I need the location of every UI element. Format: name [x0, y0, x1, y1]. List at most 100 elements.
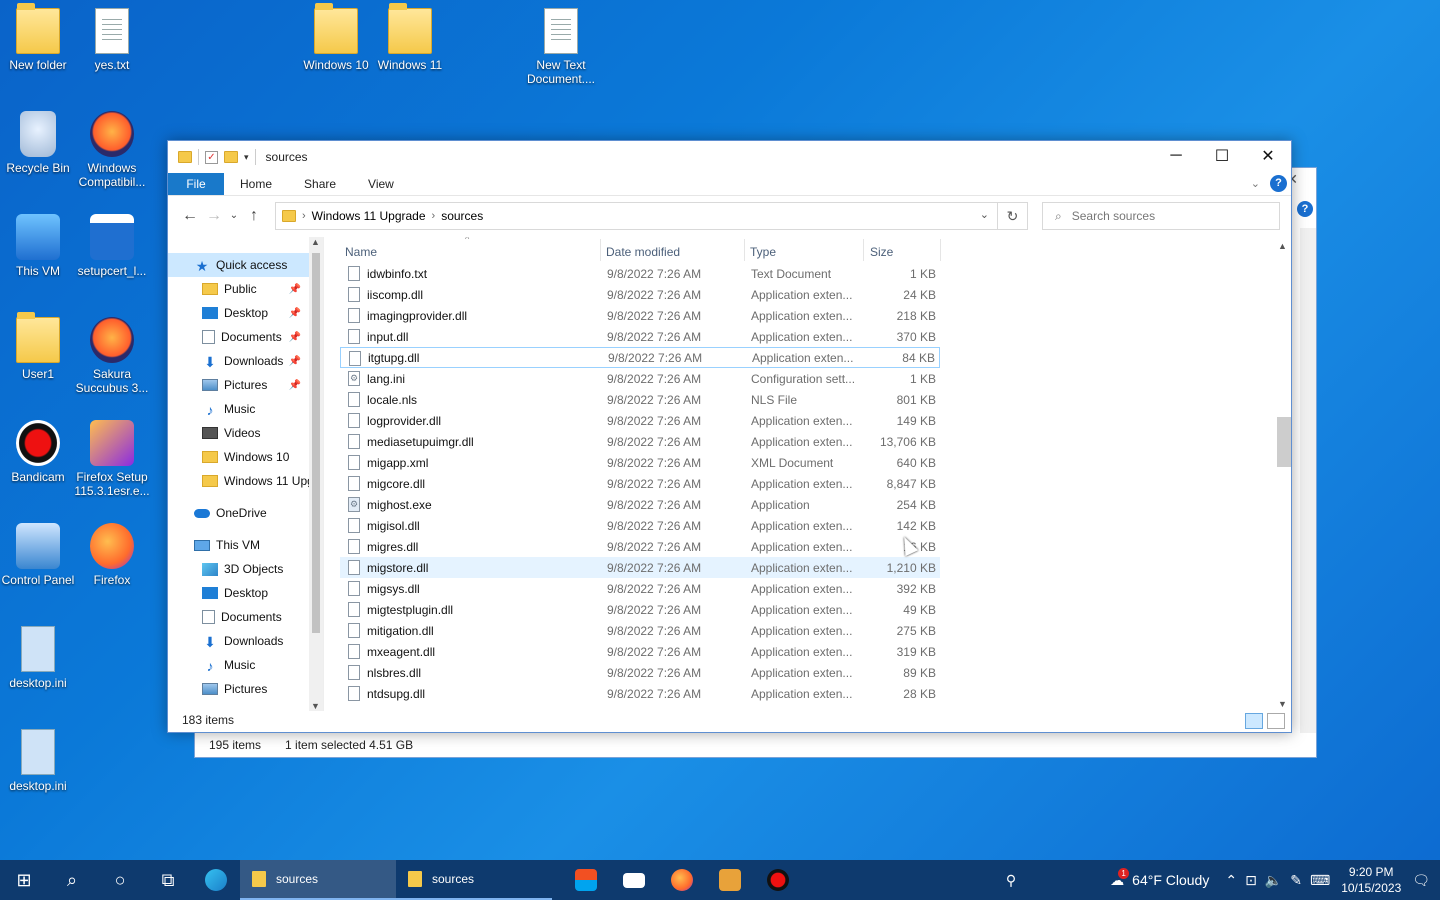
file-row[interactable]: migtestplugin.dll 9/8/2022 7:26 AM Applica… — [340, 599, 940, 620]
scrollbar[interactable] — [1300, 228, 1316, 733]
address-bar[interactable]: › Windows 11 Upgrade › sources ⌄ — [275, 202, 998, 230]
chevron-down-icon[interactable]: ▾ — [244, 152, 249, 163]
nav-item[interactable]: Windows 11 Upg — [168, 469, 314, 493]
file-row[interactable]: idwbinfo.txt 9/8/2022 7:26 AM Text Documen… — [340, 263, 940, 284]
keyboard-icon[interactable]: ⌨ — [1310, 872, 1330, 889]
back-button[interactable]: ← — [178, 207, 202, 225]
search-input[interactable]: Search sources — [1072, 209, 1155, 223]
nav-item[interactable]: Pictures — [168, 677, 309, 701]
notifications-icon[interactable]: 🗨 — [1412, 872, 1430, 889]
properties-icon[interactable]: ✓ — [205, 150, 218, 164]
desktop-icon[interactable]: Control Panel — [0, 523, 76, 587]
scroll-down-arrow[interactable]: ▼ — [1278, 699, 1287, 709]
column-size[interactable]: Size — [870, 245, 893, 259]
task-view-icon[interactable]: ⧉ — [144, 860, 192, 900]
new-folder-icon[interactable] — [224, 151, 238, 163]
nav-item[interactable]: ⬇ Downloads — [168, 629, 309, 653]
maximize-button[interactable]: ☐ — [1199, 141, 1245, 171]
desktop-icon[interactable]: Firefox Setup 115.3.1esr.e... — [74, 420, 150, 498]
tab-file[interactable]: File — [168, 173, 224, 195]
pen-icon[interactable]: ✎ — [1290, 872, 1302, 889]
media-player-icon[interactable] — [706, 860, 754, 900]
nav-item[interactable]: This VM — [168, 533, 309, 557]
minimize-button[interactable]: ─ — [1153, 141, 1199, 171]
people-icon[interactable]: ⚲ — [1006, 872, 1016, 889]
mail-icon[interactable] — [610, 860, 658, 900]
nav-item[interactable]: ♪ Music — [168, 397, 309, 421]
nav-item[interactable]: ★ Quick access — [168, 253, 309, 277]
nav-pane-scrollbar[interactable]: ▲ ▼ — [309, 237, 323, 711]
title-bar[interactable]: ✓ ▾ sources ─ ☐ ✕ — [168, 141, 1291, 173]
nav-item[interactable]: Documents — [168, 605, 309, 629]
help-icon[interactable]: ? — [1297, 201, 1313, 217]
desktop-icon[interactable]: New Text Document.... — [523, 8, 599, 86]
edge-icon[interactable] — [192, 860, 240, 900]
nav-item[interactable]: Documents 📌 — [168, 325, 309, 349]
file-row[interactable]: itgtupg.dll 9/8/2022 7:26 AM Application e… — [340, 347, 940, 368]
column-divider[interactable] — [863, 239, 864, 261]
column-divider[interactable] — [744, 239, 745, 261]
search-box[interactable]: ⌕ Search sources — [1042, 202, 1280, 230]
column-divider[interactable] — [940, 239, 941, 261]
breadcrumb-chevron-icon[interactable]: › — [302, 210, 306, 222]
nav-item[interactable]: Pictures 📌 — [168, 373, 309, 397]
desktop-icon[interactable]: Windows Compatibil... — [74, 111, 150, 189]
expand-ribbon-icon[interactable]: ⌄ — [1251, 177, 1260, 190]
firefox-icon[interactable] — [658, 860, 706, 900]
breadcrumb-chevron-icon[interactable]: › — [432, 210, 436, 222]
file-row[interactable]: mxeagent.dll 9/8/2022 7:26 AM Application … — [340, 641, 940, 662]
nav-item[interactable]: Windows 10 — [168, 445, 309, 469]
breadcrumb-item[interactable]: sources — [441, 209, 483, 223]
scroll-thumb[interactable] — [312, 253, 320, 633]
volume-icon[interactable]: 🔈 — [1265, 872, 1282, 889]
column-name[interactable]: Name — [345, 245, 377, 259]
taskbar-item-explorer[interactable]: sources — [240, 860, 396, 900]
scroll-down-arrow[interactable]: ▼ — [311, 701, 320, 711]
cortana-icon[interactable]: ○ — [96, 860, 144, 900]
file-row[interactable]: migstore.dll 9/8/2022 7:26 AM Application … — [340, 557, 940, 578]
tab-share[interactable]: Share — [288, 173, 352, 195]
tab-view[interactable]: View — [352, 173, 410, 195]
file-list-scrollbar[interactable]: ▲ ▼ — [1275, 237, 1291, 711]
file-row[interactable]: logprovider.dll 9/8/2022 7:26 AM Applicati… — [340, 410, 940, 431]
file-row[interactable]: nlsbres.dll 9/8/2022 7:26 AM Application e… — [340, 662, 940, 683]
desktop-icon[interactable]: Windows 11 — [372, 3, 448, 72]
clock[interactable]: 9:20 PM 10/15/2023 — [1338, 864, 1404, 896]
desktop-icon[interactable]: New folder — [0, 3, 76, 72]
nav-item[interactable]: Desktop 📌 — [168, 301, 309, 325]
scroll-thumb[interactable] — [1277, 417, 1291, 467]
file-row[interactable]: mitigation.dll 9/8/2022 7:26 AM Applicatio… — [340, 620, 940, 641]
file-row[interactable]: migsys.dll 9/8/2022 7:26 AM Application ex… — [340, 578, 940, 599]
column-divider[interactable] — [600, 239, 601, 261]
nav-item[interactable]: ⬇ Downloads 📌 — [168, 349, 309, 373]
nav-item[interactable]: Public 📌 — [168, 277, 309, 301]
file-row[interactable]: locale.nls 9/8/2022 7:26 AM NLS File 801 KB — [340, 389, 940, 410]
file-row[interactable]: mighost.exe 9/8/2022 7:26 AM Application 25… — [340, 494, 940, 515]
desktop-icon[interactable]: yes.txt — [74, 8, 150, 72]
tab-home[interactable]: Home — [224, 173, 288, 195]
search-icon[interactable]: ⌕ — [48, 860, 96, 900]
close-button[interactable]: ✕ — [1245, 141, 1291, 171]
file-row[interactable]: migapp.xml 9/8/2022 7:26 AM XML Document 64… — [340, 452, 940, 473]
desktop-icon[interactable]: This VM — [0, 214, 76, 278]
nav-item[interactable]: 3D Objects — [168, 557, 309, 581]
desktop-icon[interactable]: Recycle Bin — [0, 111, 76, 175]
breadcrumb-item[interactable]: Windows 11 Upgrade — [312, 209, 426, 223]
desktop-icon[interactable]: setupcert_l... — [74, 214, 150, 278]
chevron-up-icon[interactable]: ⌃ — [1225, 872, 1237, 889]
bandicam-icon[interactable] — [754, 860, 802, 900]
file-row[interactable]: input.dll 9/8/2022 7:26 AM Application ext… — [340, 326, 940, 347]
file-row[interactable]: migcore.dll 9/8/2022 7:26 AM Application e… — [340, 473, 940, 494]
chevron-down-icon[interactable]: ⌄ — [980, 208, 989, 221]
scroll-up-arrow[interactable]: ▲ — [311, 237, 320, 247]
file-row[interactable]: mediasetupuimgr.dll 9/8/2022 7:26 AM Appli… — [340, 431, 940, 452]
file-row[interactable]: ntdsupg.dll 9/8/2022 7:26 AM Application e… — [340, 683, 940, 704]
scroll-up-arrow[interactable]: ▲ — [1278, 241, 1287, 251]
weather-icon[interactable]: ☁ 1 — [1110, 867, 1130, 889]
desktop-icon[interactable]: Firefox — [74, 523, 150, 587]
desktop-icon[interactable]: desktop.ini — [0, 626, 76, 690]
file-row[interactable]: imagingprovider.dll 9/8/2022 7:26 AM Appli… — [340, 305, 940, 326]
large-icons-view-icon[interactable] — [1267, 713, 1285, 729]
nav-item[interactable]: Desktop — [168, 581, 309, 605]
forward-button[interactable]: → — [202, 207, 226, 225]
